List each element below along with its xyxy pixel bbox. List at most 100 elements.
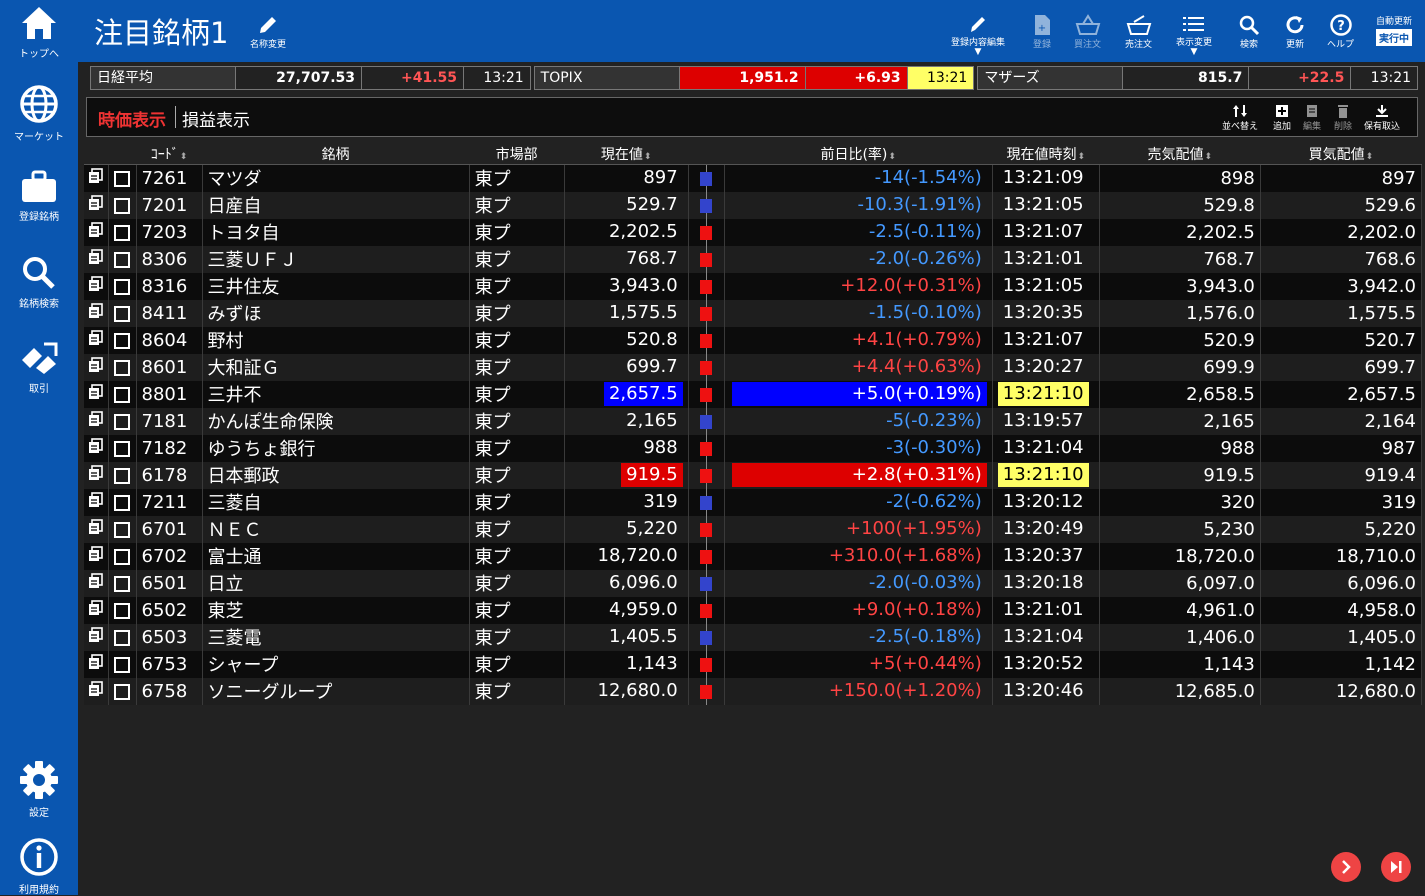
refresh-button[interactable]: 更新: [1284, 14, 1306, 50]
table-row[interactable]: 8604 野村 東プ 520.8 +4.1(+0.79%) 13:21:07 520.9 52…: [84, 326, 1423, 354]
row-menu-icon[interactable]: [84, 272, 109, 300]
table-row[interactable]: 7203 トヨタ自 東プ 2,202.5 -2.5(-0.11%) 13:21:07 2,2…: [84, 218, 1423, 246]
row-checkbox-cell[interactable]: [108, 596, 137, 624]
row-checkbox[interactable]: [114, 521, 130, 538]
row-checkbox-cell[interactable]: [108, 488, 137, 516]
stock-name[interactable]: 三菱ＵＦＪ: [202, 245, 470, 273]
row-menu-icon[interactable]: [84, 380, 109, 408]
table-row[interactable]: 6502 東芝 東プ 4,959.0 +9.0(+0.18%) 13:21:01 4,961…: [84, 596, 1423, 624]
auto-update-toggle[interactable]: 自動更新 実行中: [1376, 14, 1413, 46]
row-checkbox-cell[interactable]: [108, 380, 137, 408]
table-row[interactable]: 7261 マツダ 東プ 897 -14(-1.54%) 13:21:09 898 897: [84, 164, 1423, 192]
row-checkbox-cell[interactable]: [108, 164, 137, 192]
tab-profit-loss[interactable]: 損益表示: [182, 106, 250, 131]
row-checkbox-cell[interactable]: [108, 353, 137, 381]
col-header-ask[interactable]: 売気配値⬍: [1099, 144, 1261, 165]
row-checkbox-cell[interactable]: [108, 299, 137, 327]
row-menu-icon[interactable]: [84, 299, 109, 327]
next-page-button[interactable]: [1331, 852, 1361, 882]
row-menu-icon[interactable]: [84, 542, 109, 570]
tab-market-price[interactable]: 時価表示: [98, 106, 166, 131]
table-row[interactable]: 8306 三菱ＵＦＪ 東プ 768.7 -2.0(-0.26%) 13:21:01 768.…: [84, 245, 1423, 273]
row-checkbox[interactable]: [114, 170, 130, 187]
stock-name[interactable]: 三菱電: [202, 623, 470, 651]
table-row[interactable]: 6701 ＮＥＣ 東プ 5,220 +100(+1.95%) 13:20:49 5,230 5…: [84, 515, 1423, 543]
row-menu-icon[interactable]: [84, 623, 109, 651]
col-header-time[interactable]: 現在値時刻⬍: [992, 144, 1100, 165]
stock-name[interactable]: 三井住友: [202, 272, 470, 300]
sidebar-item-market[interactable]: マーケット: [0, 84, 78, 143]
display-change-button[interactable]: 表示変更 ▼: [1176, 14, 1212, 57]
table-row[interactable]: 8601 大和証Ｇ 東プ 699.7 +4.4(+0.63%) 13:20:27 699.9…: [84, 353, 1423, 381]
row-menu-icon[interactable]: [84, 434, 109, 462]
sidebar-item-terms[interactable]: 利用規約: [0, 837, 78, 896]
sidebar-item-registered[interactable]: 登録銘柄: [0, 170, 78, 223]
stock-name[interactable]: 日立: [202, 569, 470, 597]
help-button[interactable]: ? ヘルプ: [1327, 14, 1354, 50]
row-checkbox[interactable]: [114, 440, 130, 457]
row-checkbox[interactable]: [114, 629, 130, 646]
row-menu-icon[interactable]: [84, 245, 109, 273]
col-header-code[interactable]: ｺｰﾄﾞ⬍: [136, 144, 203, 165]
col-header-price[interactable]: 現在値⬍: [564, 144, 689, 165]
sidebar-item-trade[interactable]: 取引: [0, 340, 78, 395]
index-topix[interactable]: TOPIX 1,951.2 +6.93 13:21: [533, 66, 975, 90]
row-checkbox-cell[interactable]: [108, 650, 137, 678]
stock-name[interactable]: ソニーグループ: [202, 677, 470, 705]
index-mothers[interactable]: マザーズ 815.7 +22.5 13:21: [977, 66, 1419, 90]
rename-button[interactable]: 名称変更: [250, 14, 286, 50]
sidebar-item-search[interactable]: 銘柄検索: [0, 255, 78, 310]
add-button[interactable]: 追加: [1273, 104, 1291, 132]
row-checkbox-cell[interactable]: [108, 245, 137, 273]
register-button[interactable]: + 登録: [1032, 14, 1052, 50]
stock-name[interactable]: トヨタ自: [202, 218, 470, 246]
sort-button[interactable]: 並べ替え: [1222, 104, 1258, 132]
edit-button[interactable]: 編集: [1303, 104, 1321, 132]
row-checkbox[interactable]: [114, 467, 130, 484]
row-menu-icon[interactable]: [84, 218, 109, 246]
row-checkbox-cell[interactable]: [108, 569, 137, 597]
stock-name[interactable]: 日本郵政: [202, 461, 470, 489]
row-checkbox-cell[interactable]: [108, 218, 137, 246]
row-checkbox-cell[interactable]: [108, 623, 137, 651]
table-row[interactable]: 7201 日産自 東プ 529.7 -10.3(-1.91%) 13:21:05 529.8…: [84, 191, 1423, 219]
table-row[interactable]: 8316 三井住友 東プ 3,943.0 +12.0(+0.31%) 13:21:05 3,…: [84, 272, 1423, 300]
row-menu-icon[interactable]: [84, 677, 109, 705]
row-checkbox[interactable]: [114, 251, 130, 268]
table-row[interactable]: 6178 日本郵政 東プ 919.5 +2.8(+0.31%) 13:21:10 919.5…: [84, 461, 1423, 489]
edit-registration-button[interactable]: 登録内容編集 ▼: [951, 14, 1005, 57]
stock-name[interactable]: ＮＥＣ: [202, 515, 470, 543]
col-header-bid[interactable]: 買気配値⬍: [1260, 144, 1422, 165]
row-checkbox[interactable]: [114, 575, 130, 592]
import-holdings-button[interactable]: 保有取込: [1364, 104, 1400, 132]
stock-name[interactable]: 東芝: [202, 596, 470, 624]
stock-name[interactable]: マツダ: [202, 164, 470, 192]
row-checkbox[interactable]: [114, 494, 130, 511]
sell-order-button[interactable]: 売注文: [1125, 14, 1152, 50]
stock-name[interactable]: かんぽ生命保険: [202, 407, 470, 435]
stock-name[interactable]: 日産自: [202, 191, 470, 219]
stock-name[interactable]: 三井不: [202, 380, 470, 408]
delete-button[interactable]: 削除: [1334, 104, 1352, 132]
row-menu-icon[interactable]: [84, 569, 109, 597]
row-menu-icon[interactable]: [84, 650, 109, 678]
row-menu-icon[interactable]: [84, 488, 109, 516]
table-row[interactable]: 7211 三菱自 東プ 319 -2(-0.62%) 13:20:12 320 319: [84, 488, 1423, 516]
row-menu-icon[interactable]: [84, 461, 109, 489]
stock-name[interactable]: 大和証Ｇ: [202, 353, 470, 381]
buy-order-button[interactable]: 買注文: [1074, 14, 1101, 50]
sidebar-item-top[interactable]: トップへ: [0, 5, 78, 60]
table-row[interactable]: 7182 ゆうちょ銀行 東プ 988 -3(-0.30%) 13:21:04 988 987: [84, 434, 1423, 462]
row-checkbox[interactable]: [114, 386, 130, 403]
stock-name[interactable]: 富士通: [202, 542, 470, 570]
stock-name[interactable]: シャープ: [202, 650, 470, 678]
row-menu-icon[interactable]: [84, 353, 109, 381]
row-checkbox[interactable]: [114, 548, 130, 565]
stock-name[interactable]: ゆうちょ銀行: [202, 434, 470, 462]
last-page-button[interactable]: [1381, 852, 1411, 882]
row-checkbox-cell[interactable]: [108, 191, 137, 219]
row-checkbox[interactable]: [114, 278, 130, 295]
row-checkbox-cell[interactable]: [108, 272, 137, 300]
row-checkbox-cell[interactable]: [108, 677, 137, 705]
row-checkbox[interactable]: [114, 197, 130, 214]
